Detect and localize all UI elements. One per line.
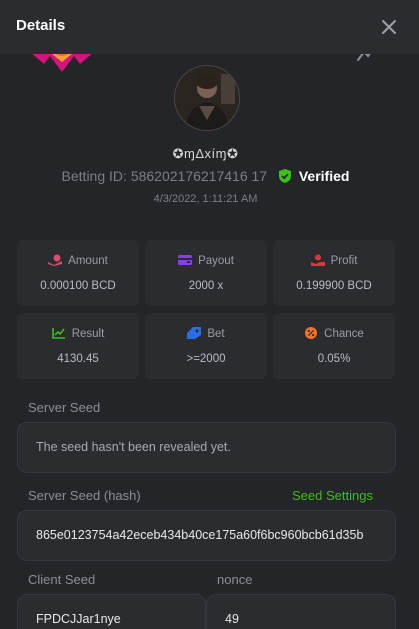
server-seed-label: Server Seed <box>28 400 101 415</box>
client-seed-value[interactable]: FPDCJJar1nye <box>36 612 121 626</box>
bet-value: >=2000 <box>186 353 226 365</box>
result-card: Result 4130.45 <box>17 313 139 379</box>
server-seed-hash-box[interactable]: 865e0123754a42eceb434b40ce175a60f6bc960b… <box>17 510 396 561</box>
bet-date: 4/3/2022, 1:11:21 AM <box>153 193 258 205</box>
payout-card: Payout 2000 x <box>145 240 267 306</box>
profit-card: Profit 0.199900 BCD <box>273 240 395 306</box>
coin-hand-icon <box>48 254 63 266</box>
server-seed-hash-value[interactable]: 865e0123754a42eceb434b40ce175a60f6bc960b… <box>36 528 363 542</box>
close-icon[interactable] <box>381 19 397 35</box>
bet-label: Bet <box>207 328 225 340</box>
avatar <box>174 65 240 131</box>
amount-label: Amount <box>68 255 108 267</box>
betting-id-line: Betting ID: 586202176217416 17 Verified <box>0 168 411 184</box>
nonce-box[interactable]: 49 <box>206 594 396 629</box>
betting-id-label: Betting ID: <box>61 168 127 184</box>
rank-badge-icon <box>32 54 92 72</box>
dialog-title: Details <box>16 17 66 34</box>
seed-settings-link[interactable]: Seed Settings <box>292 488 373 503</box>
profit-label: Profit <box>330 255 358 267</box>
profit-hand-icon <box>310 254 325 266</box>
chance-card: Chance 0.05% <box>273 313 395 379</box>
payout-value: 2000 x <box>188 280 224 292</box>
details-panel: ✪ɱΔxíɱ✪ Betting ID: 586202176217416 17 V… <box>0 54 419 629</box>
chance-label: Chance <box>324 328 364 340</box>
server-seed-box: The seed hasn't been revealed yet. <box>17 422 396 473</box>
avatar-image <box>175 66 239 130</box>
username: ✪ɱΔxíɱ✪ <box>172 146 239 161</box>
amount-value: 0.000100 BCD <box>40 280 116 292</box>
amount-card: Amount 0.000100 BCD <box>17 240 139 306</box>
profit-value: 0.199900 BCD <box>296 280 372 292</box>
wallet-icon <box>178 255 193 265</box>
percent-icon <box>305 327 318 339</box>
betting-id-value: 586202176217416 17 <box>130 168 268 184</box>
client-seed-box[interactable]: FPDCJJar1nye <box>17 594 206 629</box>
nonce-label: nonce <box>217 572 253 587</box>
chart-check-icon <box>51 328 65 339</box>
details-content: ✪ɱΔxíɱ✪ Betting ID: 586202176217416 17 V… <box>0 54 419 629</box>
result-value: 4130.45 <box>57 353 99 365</box>
server-seed-hash-label: Server Seed (hash) <box>28 488 141 503</box>
server-seed-value: The seed hasn't been revealed yet. <box>36 440 231 454</box>
bet-card: Bet >=2000 <box>145 313 267 379</box>
result-label: Result <box>71 328 105 340</box>
verified-shield-icon <box>278 169 291 183</box>
client-seed-label: Client Seed <box>28 572 96 587</box>
payout-label: Payout <box>198 255 234 267</box>
dialog-header: Details <box>0 0 419 54</box>
chance-value: 0.05% <box>317 353 351 365</box>
verified-label: Verified <box>298 168 350 184</box>
nonce-value[interactable]: 49 <box>225 612 239 626</box>
tag-icon <box>187 327 202 339</box>
share-icon[interactable] <box>356 54 374 62</box>
